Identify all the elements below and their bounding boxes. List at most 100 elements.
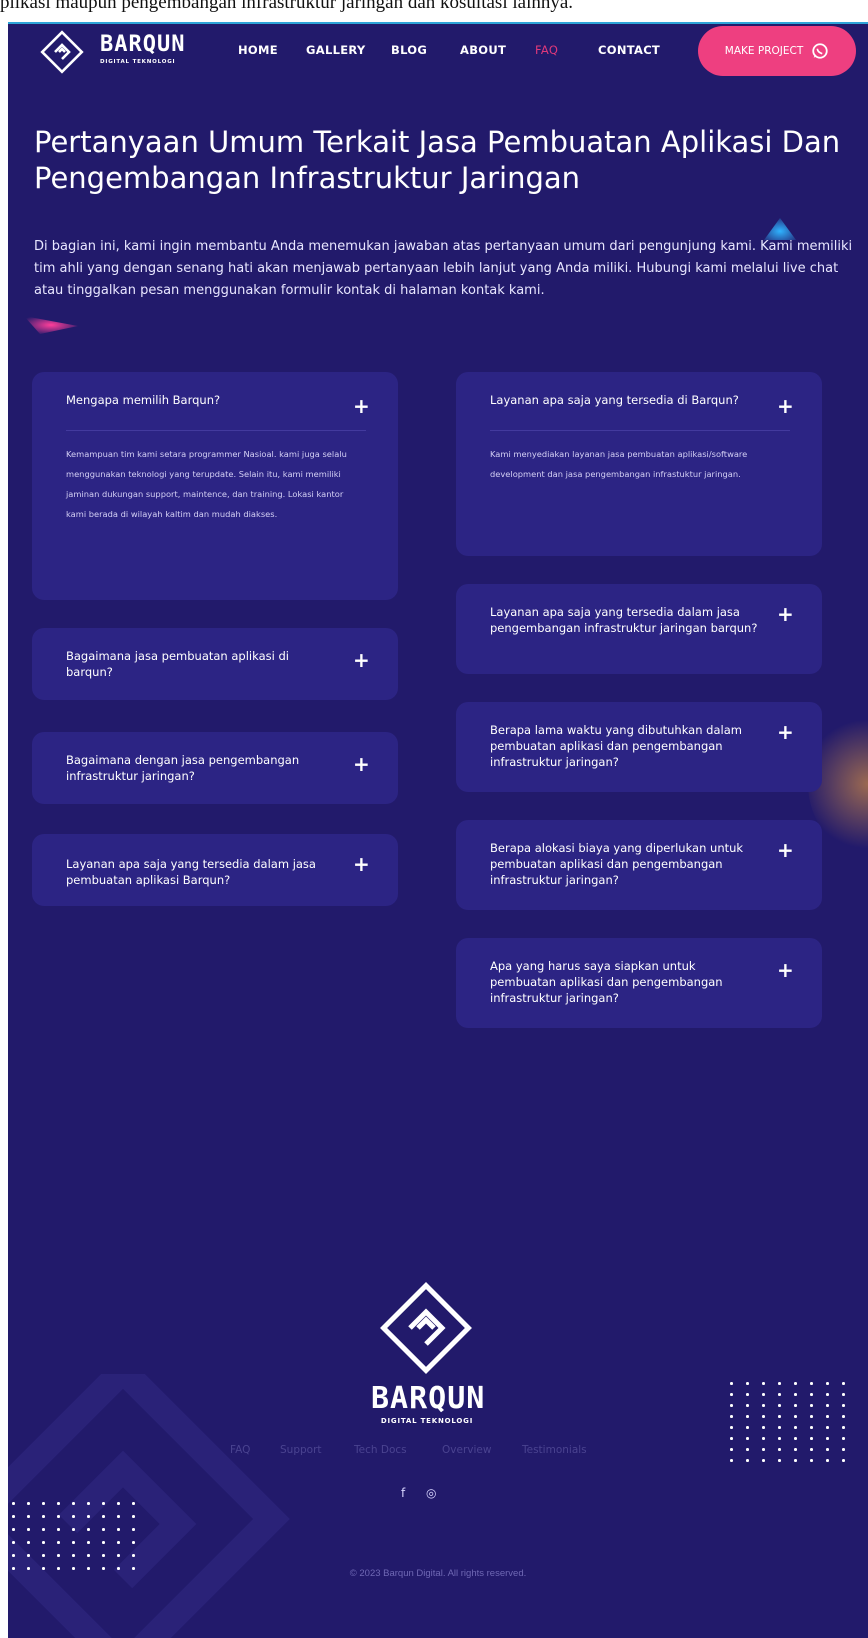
decorative-dot [746, 1404, 749, 1407]
faq-item-left-2[interactable]: Bagaimana jasa pembuatan aplikasi di bar… [32, 628, 398, 700]
plus-icon[interactable]: + [777, 722, 794, 742]
decorative-dot [87, 1528, 90, 1531]
navbar: BARQUN DIGITAL TEKNOLOGI HOME GALLERY BL… [8, 24, 868, 80]
decorative-dot [746, 1448, 749, 1451]
decorative-dot [42, 1528, 45, 1531]
decorative-dot [842, 1437, 845, 1440]
faq-item-left-1[interactable]: Mengapa memilih Barqun? + Kemampuan tim … [32, 372, 398, 600]
decorative-dot [826, 1448, 829, 1451]
decorative-dot [778, 1404, 781, 1407]
facebook-icon[interactable]: f [401, 1486, 405, 1500]
decorative-dot [42, 1515, 45, 1518]
decorative-dot [826, 1404, 829, 1407]
decorative-dot [57, 1528, 60, 1531]
decorative-dot [810, 1448, 813, 1451]
decorative-dot [826, 1426, 829, 1429]
decorative-dot [132, 1515, 135, 1518]
decorative-dot [842, 1382, 845, 1385]
nav-gallery[interactable]: GALLERY [306, 43, 366, 57]
decorative-dot [72, 1567, 75, 1570]
decorative-dot [730, 1437, 733, 1440]
decorative-dot [730, 1382, 733, 1385]
divider [490, 430, 790, 431]
decorative-dot [746, 1426, 749, 1429]
decorative-dot [12, 1554, 15, 1557]
decorative-dot [132, 1502, 135, 1505]
decorative-dot [778, 1393, 781, 1396]
footer-link-testimonials[interactable]: Testimonials [522, 1444, 587, 1456]
page-title: Pertanyaan Umum Terkait Jasa Pembuatan A… [34, 125, 841, 195]
brand-tagline: DIGITAL TEKNOLOGI [100, 59, 176, 65]
decorative-dot [72, 1541, 75, 1544]
decorative-dot-grid-right [730, 1382, 868, 1468]
decorative-dot [762, 1393, 765, 1396]
faq-item-left-3[interactable]: Bagaimana dengan jasa pengembangan infra… [32, 732, 398, 804]
faq-item-right-3[interactable]: Berapa lama waktu yang dibutuhkan dalam … [456, 702, 822, 792]
barqun-logo-icon[interactable] [38, 28, 86, 76]
decorative-dot [102, 1515, 105, 1518]
decorative-dot [72, 1554, 75, 1557]
plus-icon[interactable]: + [777, 604, 794, 624]
decorative-dot [27, 1515, 30, 1518]
nav-contact[interactable]: CONTACT [598, 43, 660, 57]
faq-question: Layanan apa saja yang tersedia dalam jas… [490, 605, 758, 635]
decorative-triangle-blue [764, 218, 796, 240]
decorative-dot [132, 1567, 135, 1570]
intro-text: Di bagian ini, kami ingin membantu Anda … [34, 239, 853, 298]
plus-icon[interactable]: + [777, 396, 794, 416]
decorative-dot [810, 1426, 813, 1429]
footer-link-support[interactable]: Support [280, 1444, 322, 1456]
faq-question: Layanan apa saja yang tersedia dalam jas… [66, 857, 316, 887]
footer-link-faq[interactable]: FAQ [230, 1444, 250, 1456]
decorative-dot [27, 1554, 30, 1557]
decorative-dot [27, 1528, 30, 1531]
decorative-dot [730, 1459, 733, 1462]
plus-icon[interactable]: + [353, 754, 370, 774]
decorative-dot [87, 1554, 90, 1557]
faq-item-right-4[interactable]: Berapa alokasi biaya yang diperlukan unt… [456, 820, 822, 910]
decorative-dot [87, 1567, 90, 1570]
faq-item-right-1[interactable]: Layanan apa saja yang tersedia di Barqun… [456, 372, 822, 556]
faq-item-right-2[interactable]: Layanan apa saja yang tersedia dalam jas… [456, 584, 822, 674]
instagram-icon[interactable]: ◎ [426, 1486, 436, 1500]
decorative-dot [57, 1502, 60, 1505]
footer-brand-name: BARQUN [371, 1381, 486, 1416]
faq-question: Bagaimana dengan jasa pengembangan infra… [66, 753, 300, 783]
faq-item-left-4[interactable]: Layanan apa saja yang tersedia dalam jas… [32, 834, 398, 906]
plus-icon[interactable]: + [353, 396, 370, 416]
decorative-dot [12, 1541, 15, 1544]
footer-brand: BARQUN DIGITAL TEKNOLOGI [371, 1381, 486, 1426]
nav-faq[interactable]: FAQ [535, 43, 558, 57]
decorative-dot [42, 1541, 45, 1544]
decorative-dot [57, 1541, 60, 1544]
plus-icon[interactable]: + [353, 650, 370, 670]
decorative-dot [117, 1515, 120, 1518]
faq-item-right-5[interactable]: Apa yang harus saya siapkan untuk pembua… [456, 938, 822, 1028]
decorative-dot [794, 1404, 797, 1407]
plus-icon[interactable]: + [777, 960, 794, 980]
footer-link-tech-docs[interactable]: Tech Docs [354, 1444, 407, 1456]
plus-icon[interactable]: + [353, 854, 370, 874]
nav-blog[interactable]: BLOG [391, 43, 427, 57]
decorative-dot [794, 1426, 797, 1429]
decorative-dot [810, 1404, 813, 1407]
decorative-dot [826, 1415, 829, 1418]
decorative-dot [826, 1437, 829, 1440]
make-project-button[interactable]: MAKE PROJECT [698, 26, 856, 76]
decorative-dot [117, 1554, 120, 1557]
decorative-dot [132, 1528, 135, 1531]
decorative-dot [730, 1393, 733, 1396]
footer-logo-icon[interactable] [374, 1276, 478, 1380]
plus-icon[interactable]: + [777, 840, 794, 860]
decorative-dot [117, 1528, 120, 1531]
decorative-dot [87, 1541, 90, 1544]
faq-question: Berapa alokasi biaya yang diperlukan unt… [490, 841, 744, 887]
decorative-dot [730, 1404, 733, 1407]
faq-answer: Kemampuan tim kami setara programmer Nas… [66, 449, 347, 519]
nav-about[interactable]: ABOUT [460, 43, 506, 57]
decorative-dot [762, 1437, 765, 1440]
brand[interactable]: BARQUN DIGITAL TEKNOLOGI [100, 32, 185, 66]
nav-home[interactable]: HOME [238, 43, 278, 57]
decorative-dot [57, 1554, 60, 1557]
footer-link-overview[interactable]: Overview [442, 1444, 491, 1456]
